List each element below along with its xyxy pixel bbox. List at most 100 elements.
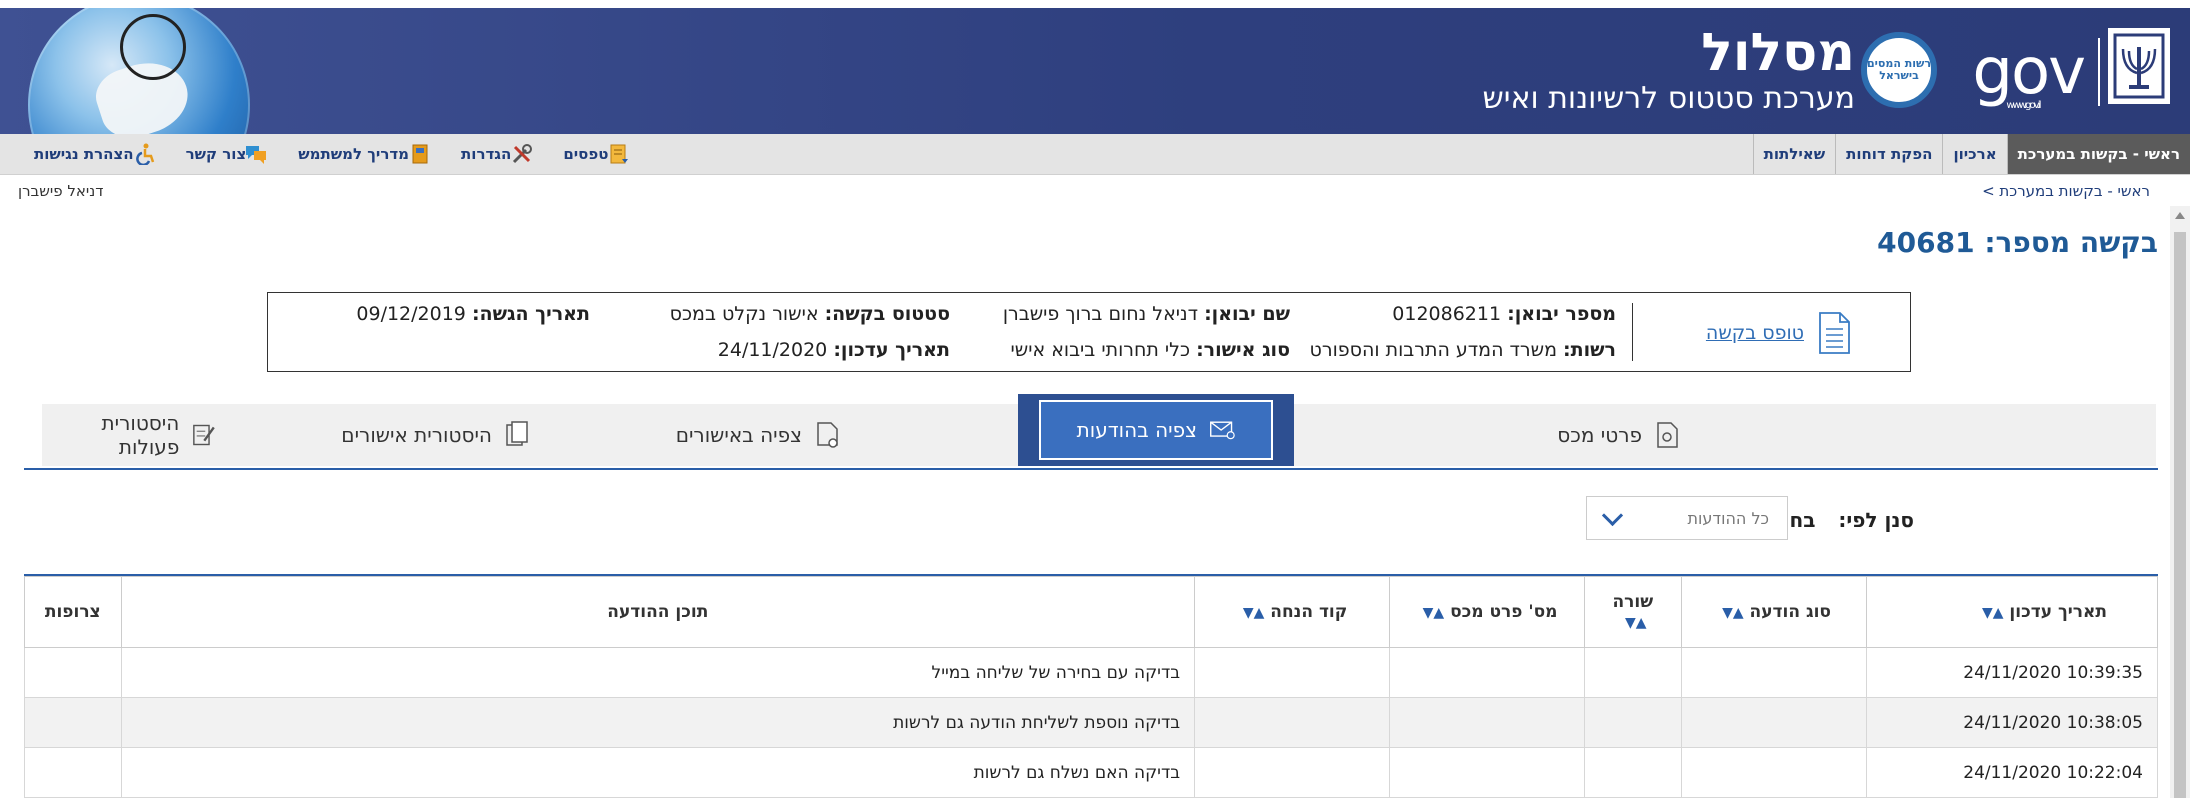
cell-content: בדיקה נוספת לשליחת הודעה גם לרשות <box>120 697 1196 748</box>
main-menu: ראשי - בקשות במערכת ארכיון הפקת דוחות שא… <box>1752 134 2190 174</box>
nav-bar: ראשי - בקשות במערכת ארכיון הפקת דוחות שא… <box>0 134 2190 175</box>
update-date-value: 24/11/2020 <box>717 339 828 361</box>
col-line[interactable]: שורה ▲▼ <box>1584 576 1682 648</box>
document-gear-icon <box>1657 422 1678 448</box>
table-row[interactable]: 24/11/2020 10:22:04 בדיקה האם נשלח גם לר… <box>24 747 2158 798</box>
message-filter-select[interactable]: כל ההודעות <box>1586 496 1788 540</box>
col-attachments-label: צרופות <box>44 602 101 622</box>
cell-type <box>1680 697 1867 748</box>
importer-name-label: שם יבואן: <box>1204 303 1290 325</box>
logo-subtitle: מערכת סטטוס לרשיונות ואיש <box>1482 81 1855 116</box>
chevron-down-icon <box>1601 504 1624 526</box>
cell-item <box>1389 747 1586 798</box>
filter-by-label: סנן לפי: <box>1838 508 1914 532</box>
tool-settings[interactable]: הגדרות <box>461 143 539 165</box>
col-message-type[interactable]: סוג הודעה ▲▼ <box>1680 576 1867 648</box>
tool-forms[interactable]: טפסים <box>563 143 636 165</box>
tool-settings-label: הגדרות <box>461 145 512 163</box>
cell-item <box>1389 647 1586 698</box>
app-logo[interactable]: מסלול מערכת סטטוס לרשיונות ואיש <box>1482 26 1855 116</box>
authority-label: רשות: <box>1563 339 1616 361</box>
gov-url: www.gov.il <box>2006 100 2041 111</box>
submit-date-field: תאריך הגשה: 09/12/2019 <box>356 303 590 325</box>
sort-icon: ▲▼ <box>1981 605 2004 621</box>
tab-bar: פרטי מכס צפיה בהודעות צפיה באישורים היסט… <box>42 394 2156 466</box>
col-update-date[interactable]: תאריך עדכון ▲▼ <box>1865 576 2158 648</box>
tax-authority-seal: רשות המסים בישראל <box>1861 32 1937 108</box>
tab-actions-history-label: היסטורית פעולות <box>101 411 180 459</box>
col-attachments: צרופות <box>24 576 122 648</box>
document-icon <box>1819 312 1850 354</box>
chat-icon <box>246 143 268 165</box>
tab-view-messages-label: צפיה בהודעות <box>1076 418 1197 442</box>
nav-item-queries[interactable]: שאילתות <box>1752 134 1835 174</box>
tab-customs-details[interactable]: פרטי מכס <box>1557 404 1680 466</box>
request-form-link-label: טופס בקשה <box>1705 322 1804 344</box>
tools-menu: טפסים הגדרות מדריך למשתמש צור קשר הצהרת … <box>10 134 636 174</box>
messages-table: תאריך עדכון ▲▼ סוג הודעה ▲▼ שורה ▲▼ מס' פ… <box>24 576 2158 798</box>
request-form-link[interactable]: טופס בקשה <box>1706 311 1852 355</box>
sort-icon: ▲▼ <box>1422 605 1445 621</box>
notepad-edit-icon <box>193 424 216 446</box>
scroll-up-arrow-icon[interactable] <box>2175 212 2185 219</box>
col-message-type-label: סוג הודעה <box>1749 602 1831 622</box>
state-emblem-icon <box>2108 28 2170 104</box>
filter-selected-value: כל ההודעות <box>1687 508 1769 528</box>
importer-number-value: 012086211 <box>1392 303 1502 325</box>
breadcrumb[interactable]: ראשי - בקשות במערכת > <box>1982 182 2150 200</box>
authority-field: רשות: משרד המדע התרבות והספורט <box>1310 339 1616 361</box>
cell-date: 24/11/2020 10:38:05 <box>1865 697 2158 748</box>
col-message-content: תוכן ההודעה <box>120 576 1196 648</box>
tab-approvals-history[interactable]: היסטורית אישורים <box>341 404 530 466</box>
header-banner: מסלול מערכת סטטוס לרשיונות ואיש רשות המס… <box>0 8 2190 134</box>
cell-attach <box>24 747 122 798</box>
tools-icon <box>511 143 533 165</box>
tab-actions-history[interactable]: היסטורית פעולות <box>42 404 216 466</box>
cell-line <box>1584 697 1682 748</box>
tab-view-messages[interactable]: צפיה בהודעות <box>1017 394 1294 466</box>
cell-code <box>1194 647 1391 698</box>
book-icon <box>409 143 431 165</box>
tab-underline <box>24 468 2158 470</box>
cell-line <box>1584 647 1682 698</box>
importer-number-label: מספר יבואן: <box>1507 303 1616 325</box>
cell-type <box>1680 647 1867 698</box>
col-line-label: שורה <box>1612 592 1654 612</box>
tool-user-guide-label: מדריך למשתמש <box>298 145 410 163</box>
sort-icon: ▲▼ <box>1625 615 1647 631</box>
tool-accessibility[interactable]: הצהרת נגישות <box>34 143 162 167</box>
col-discount-code[interactable]: קוד הנחה ▲▼ <box>1194 576 1391 648</box>
cell-type <box>1680 747 1867 798</box>
cell-line <box>1584 747 1682 798</box>
importer-name-value: דניאל נחום ברוך פישברן <box>1002 303 1199 325</box>
nav-item-reports[interactable]: הפקת דוחות <box>1835 134 1942 174</box>
col-customs-item[interactable]: מס' פרט מכס ▲▼ <box>1389 576 1586 648</box>
cell-attach <box>24 647 122 698</box>
scrollbar-thumb[interactable] <box>2174 232 2186 798</box>
tool-user-guide[interactable]: מדריך למשתמש <box>298 143 437 165</box>
tool-forms-label: טפסים <box>563 145 609 163</box>
tab-view-approvals[interactable]: צפיה באישורים <box>676 404 840 466</box>
tool-contact-label: צור קשר <box>185 145 247 163</box>
table-header-row: תאריך עדכון ▲▼ סוג הודעה ▲▼ שורה ▲▼ מס' פ… <box>24 576 2158 648</box>
cell-attach <box>24 697 122 748</box>
table-row[interactable]: 24/11/2020 10:38:05 בדיקה נוספת לשליחת ה… <box>24 697 2158 748</box>
tool-accessibility-label: הצהרת נגישות <box>34 145 134 163</box>
importer-number-field: מספר יבואן: 012086211 <box>1392 303 1616 325</box>
approval-type-field: סוג אישור: כלי תחרותי ביבוא אישי <box>1011 339 1291 361</box>
scrollbar[interactable] <box>2170 206 2190 798</box>
approval-type-label: סוג אישור: <box>1196 339 1290 361</box>
cell-date: 24/11/2020 10:39:35 <box>1865 647 2158 698</box>
nav-item-archive[interactable]: ארכיון <box>1942 134 2006 174</box>
tool-contact[interactable]: צור קשר <box>186 143 275 165</box>
submit-date-value: 09/12/2019 <box>356 303 466 325</box>
sort-icon: ▲▼ <box>1242 605 1265 621</box>
tab-approvals-history-label: היסטורית אישורים <box>341 423 492 447</box>
nav-item-requests[interactable]: ראשי - בקשות במערכת <box>2006 134 2190 174</box>
col-discount-code-label: קוד הנחה <box>1270 602 1348 622</box>
gov-logo[interactable]: gov www.gov.il <box>1950 32 2100 112</box>
filter-label: סנן לפי: בחר <box>1777 508 1914 532</box>
table-row[interactable]: 24/11/2020 10:39:35 בדיקה עם בחירה של של… <box>24 647 2158 698</box>
cell-code <box>1194 747 1391 798</box>
cell-content: בדיקה עם בחירה של שליחה במייל <box>120 647 1196 698</box>
